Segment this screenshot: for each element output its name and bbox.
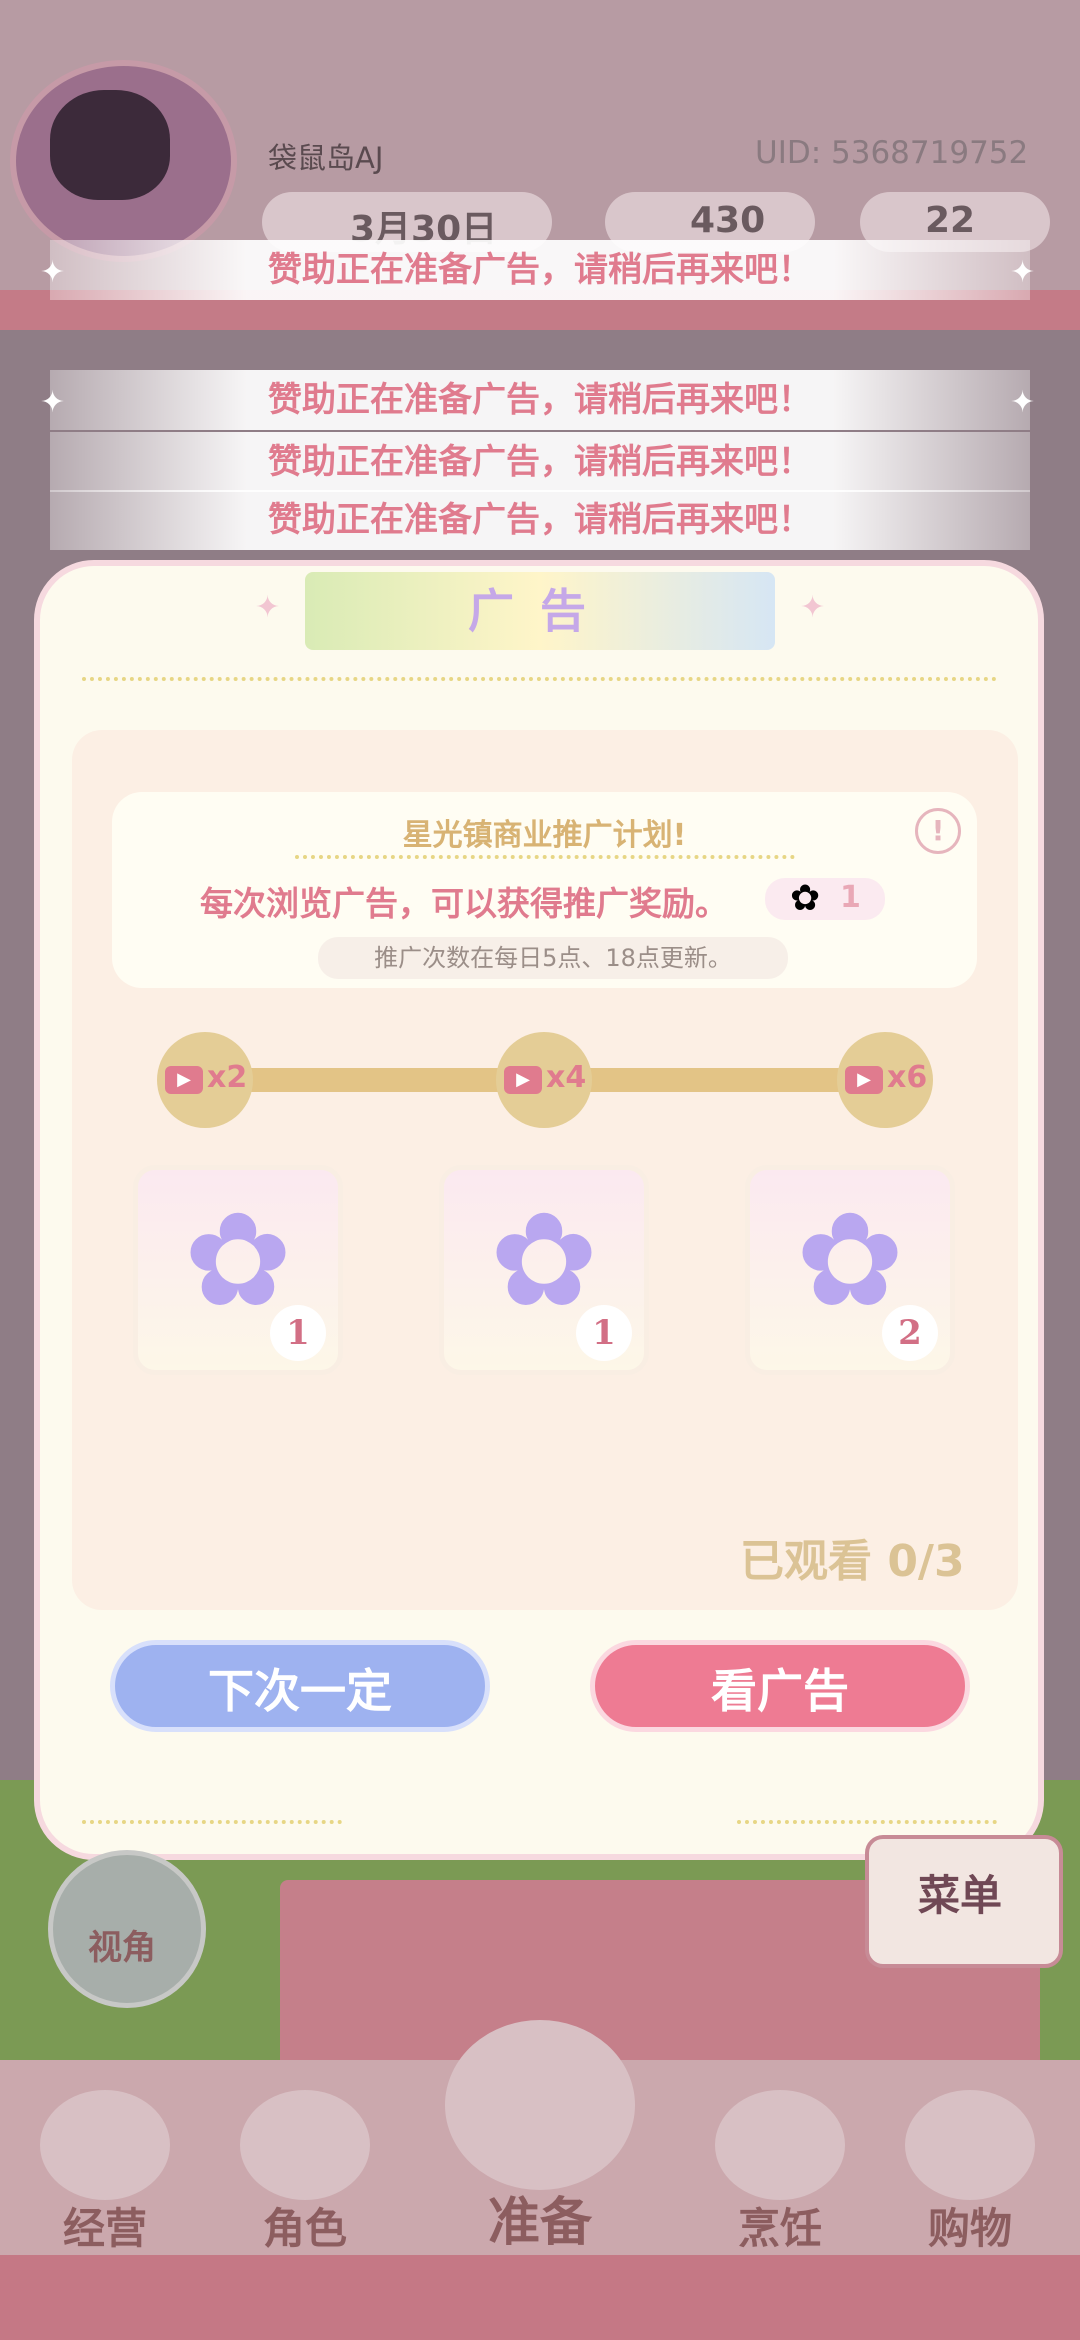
toast-message: 赞助正在准备广告，请稍后再来吧！ [50, 490, 1030, 550]
sparkle-icon: ✦ [40, 385, 66, 420]
sparkle-icon: ✦ [1010, 385, 1036, 420]
footer-divider [737, 1820, 997, 1824]
video-icon: ▶ [504, 1066, 542, 1094]
sparkle-icon: ✦ [40, 255, 66, 290]
reward-quantity: 2 [882, 1305, 938, 1361]
next-time-button[interactable]: 下次一定 [110, 1640, 490, 1732]
nav-item-business[interactable] [40, 2090, 170, 2200]
info-icon[interactable]: ! [915, 808, 961, 854]
coins-count: 22 [925, 200, 976, 241]
nav-item-shopping[interactable] [905, 2090, 1035, 2200]
nav-label-cooking: 烹饪 [737, 2204, 822, 2253]
nav-label-shopping: 购物 [927, 2204, 1012, 2253]
sparkle-icon: ✦ [255, 590, 281, 625]
milestone-label: x4 [546, 1060, 587, 1095]
card-description: 每次浏览广告，可以获得推广奖励。 [200, 884, 728, 923]
toast-message: 赞助正在准备广告，请稍后再来吧！ [50, 432, 1030, 492]
menu-label: 菜单 [917, 1871, 1002, 1920]
avatar-cat-icon [50, 90, 170, 200]
nav-label-business: 经营 [62, 2204, 147, 2253]
card-title: 星光镇商业推广计划! [402, 818, 687, 853]
stars-count: 430 [690, 200, 766, 241]
reward-quantity: 1 [576, 1305, 632, 1361]
card-title-divider [295, 855, 795, 859]
toast-message: 赞助正在准备广告，请稍后再来吧！ [50, 370, 1030, 430]
rainbow-star-icon: ✿ [790, 878, 821, 919]
bottom-nav-base [0, 2255, 1080, 2340]
video-icon: ▶ [165, 1066, 203, 1094]
footer-divider [82, 1820, 342, 1824]
watch-ad-button[interactable]: 看广告 [590, 1640, 970, 1732]
camera-view-label: 视角 [88, 1928, 156, 1968]
nav-item-cooking[interactable] [715, 2090, 845, 2200]
nav-label-prepare: 准备 [487, 2193, 592, 2253]
nav-item-prepare[interactable] [445, 2020, 635, 2190]
reward-count: 1 [840, 880, 861, 915]
sparkle-icon: ✦ [800, 590, 826, 625]
player-name: 袋鼠岛AJ [268, 141, 384, 175]
reward-quantity: 1 [270, 1305, 326, 1361]
nav-label-character: 角色 [262, 2204, 347, 2253]
sparkle-icon: ✦ [1010, 255, 1036, 290]
refresh-note: 推广次数在每日5点、18点更新。 [318, 937, 788, 979]
video-icon: ▶ [845, 1066, 883, 1094]
watched-counter: 已观看 0/3 [740, 1536, 965, 1587]
nav-item-character[interactable] [240, 2090, 370, 2200]
milestone-label: x2 [207, 1060, 248, 1095]
milestone-label: x6 [887, 1060, 928, 1095]
reward-chip [765, 878, 885, 920]
title-divider [82, 677, 997, 681]
dialog-title: 广告 [468, 584, 612, 638]
player-uid: UID: 5368719752 [755, 135, 1029, 171]
toast-message: 赞助正在准备广告，请稍后再来吧！ [50, 240, 1030, 300]
